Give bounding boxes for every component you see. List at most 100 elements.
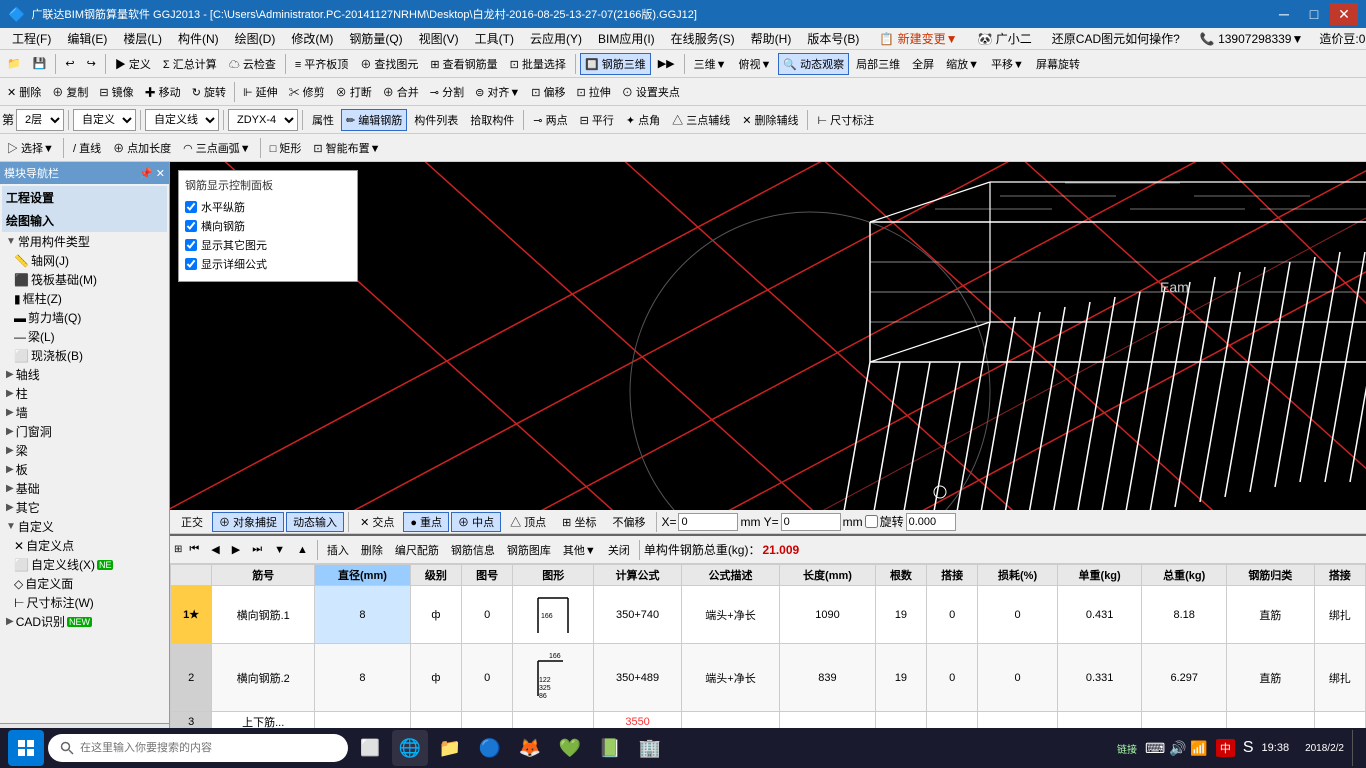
other-dropdown[interactable]: 其他▼ [558,539,601,561]
menu-cloud[interactable]: 云应用(Y) [522,28,590,49]
trim-button[interactable]: ✂ 修剪 [284,81,330,103]
sidebar-item-custom-line[interactable]: ⬜ 自定义线(X) NE [2,555,167,574]
menu-version[interactable]: 版本号(B) [799,28,867,49]
parallel-button[interactable]: ⊟ 平行 [575,109,619,131]
menu-file[interactable]: 工程(F) [4,28,59,49]
task-view-button[interactable]: ⬜ [352,730,388,766]
zoom-dropdown[interactable]: 缩放▼ [941,53,984,75]
menu-component[interactable]: 构件(N) [170,28,227,49]
x-coord-input[interactable] [678,513,738,531]
more-button[interactable]: ▶▶ [653,53,680,75]
nav-prev[interactable]: ◀ [206,539,224,561]
horizontal-rebar-checkbox[interactable] [185,201,197,213]
find-element-button[interactable]: ⊕ 查找图元 [355,53,423,75]
line-dropdown[interactable]: 自定义线 [145,109,219,131]
nav-down[interactable]: ▼ [269,539,290,561]
menu-new-change[interactable]: 📋 新建变更▼ [871,28,965,49]
undo-button[interactable]: ↩ [60,53,79,75]
stretch-button[interactable]: ⊡ 拉伸 [572,81,616,103]
3d-view-dropdown[interactable]: 三维▼ [689,53,732,75]
rect-button[interactable]: □ 矩形 [265,137,307,159]
nav-first[interactable]: ⏮ [184,539,204,561]
explorer-icon[interactable]: 📁 [432,730,468,766]
three-arc-dropdown[interactable]: ◠ 三点画弧▼ [178,137,256,159]
menu-phone[interactable]: 📞 13907298339▼ [1192,30,1312,48]
menu-coins[interactable]: 造价豆:0 [1311,28,1366,49]
view-rebar-button[interactable]: ⊞ 查看钢筋量 [425,53,502,75]
menu-help[interactable]: 帮助(H) [743,28,800,49]
table-row[interactable]: 2 横向钢筋.2 8 ф 0 122 [171,644,1366,712]
rebar-option-show-formula[interactable]: 显示详细公式 [185,256,351,272]
sidebar-group-columns[interactable]: ▶ 柱 [2,384,167,403]
align-dropdown[interactable]: ⊜ 对齐▼ [470,81,525,103]
y-coord-input[interactable] [781,513,841,531]
define-button[interactable]: ▶ 定义 [110,53,156,75]
edit-rebar-button[interactable]: ✏ 编辑钢筋 [341,109,407,131]
smart-layout-dropdown[interactable]: ⊡ 智能布置▼ [308,137,385,159]
transverse-rebar-checkbox[interactable] [185,220,197,232]
sidebar-group-common[interactable]: ▼ 常用构件类型 [2,232,167,251]
dynamic-observe-button[interactable]: 🔍 动态观察 [778,53,849,75]
canvas-area[interactable]: Eam 钢筋显示控制面板 水平纵筋 横向钢筋 显示其它图元 [170,162,1366,510]
split-button[interactable]: ⊸ 分割 [425,81,469,103]
minimize-button[interactable]: ─ [1270,3,1298,25]
sidebar-group-others[interactable]: ▶ 其它 [2,498,167,517]
rotate-checkbox[interactable] [865,515,878,528]
menu-modify[interactable]: 修改(M) [283,28,341,49]
summary-button[interactable]: Σ 汇总计算 [158,53,222,75]
sidebar-item-beam[interactable]: — 梁(L) [2,327,167,346]
top-view-dropdown[interactable]: 俯视▼ [734,53,777,75]
dynamic-input-button[interactable]: 动态输入 [286,512,344,532]
offset-button[interactable]: ⊡ 偏移 [526,81,570,103]
insert-row-button[interactable]: 插入 [322,539,354,561]
rebar-option-show-elements[interactable]: 显示其它图元 [185,237,351,253]
point-extend-button[interactable]: ⊕ 点加长度 [108,137,176,159]
object-snap-button[interactable]: ⊕ 对象捕捉 [212,512,284,532]
floor-dropdown[interactable]: 2层 [16,109,64,131]
edit-stirrup-button[interactable]: 编尺配筋 [390,539,444,561]
close-table-button[interactable]: 关闭 [603,539,635,561]
menu-tools[interactable]: 工具(T) [467,28,522,49]
sogou-icon[interactable]: S [1243,739,1254,757]
sidebar-item-dimension[interactable]: ⊢ 尺寸标注(W) [2,593,167,612]
sidebar-item-custom-face[interactable]: ◇ 自定义面 [2,574,167,593]
three-point-aux-button[interactable]: △ 三点辅线 [667,109,735,131]
menu-bim[interactable]: BIM应用(I) [590,28,663,49]
show-desktop-button[interactable] [1352,730,1358,766]
angle-point-button[interactable]: ✦ 点角 [621,109,665,131]
sidebar-item-shearwall[interactable]: ▬ 剪力墙(Q) [2,308,167,327]
center-snap[interactable]: ⊕ 中点 [451,512,501,532]
nav-next[interactable]: ▶ [227,539,245,561]
vertex-snap[interactable]: △ 顶点 [503,512,553,532]
select-dropdown[interactable]: ▷ 选择▼ [2,137,59,159]
axis-dropdown[interactable]: ZDYX-4 [228,109,298,131]
pan-dropdown[interactable]: 平移▼ [986,53,1029,75]
start-button[interactable] [8,730,44,766]
menu-guangxiao[interactable]: 🐼 广小二 [970,28,1040,49]
sidebar-item-column[interactable]: ▮ 框柱(Z) [2,289,167,308]
level-top-button[interactable]: ≡ 平齐板顶 [290,53,353,75]
set-grip-button[interactable]: ⊙ 设置夹点 [617,81,685,103]
no-offset-snap[interactable]: 不偏移 [605,512,652,532]
break-button[interactable]: ⊗ 打断 [331,81,377,103]
app5-icon[interactable]: 💚 [552,730,588,766]
intersection-snap[interactable]: ✕ 交点 [353,512,401,532]
component-list-button[interactable]: 构件列表 [409,109,463,131]
open-button[interactable]: 📁 [2,53,26,75]
close-button[interactable]: ✕ [1330,3,1358,25]
rotate-button[interactable]: ↻ 旋转 [187,81,231,103]
rebar-option-horizontal[interactable]: 水平纵筋 [185,199,351,215]
sidebar-group-custom[interactable]: ▼ 自定义 [2,517,167,536]
table-row[interactable]: 1★ 横向钢筋.1 8 ф 0 1 [171,586,1366,644]
sidebar-group-cad[interactable]: ▶ CAD识别 NEW [2,612,167,631]
menu-draw[interactable]: 绘图(D) [227,28,284,49]
edge-icon[interactable]: 🌐 [392,730,428,766]
sidebar-item-raft[interactable]: ⬛ 筏板基础(M) [2,270,167,289]
midpoint-snap[interactable]: ● 重点 [403,512,449,532]
sidebar-item-slab[interactable]: ⬜ 现浇板(B) [2,346,167,365]
input-method[interactable]: 中 [1216,739,1235,757]
rebar-3d-button[interactable]: 🔲 钢筋三维 [580,53,651,75]
fullscreen-button[interactable]: 全屏 [907,53,939,75]
sidebar-collapse-icon[interactable]: 📌 ✕ [139,167,165,180]
app6-icon[interactable]: 📗 [592,730,628,766]
